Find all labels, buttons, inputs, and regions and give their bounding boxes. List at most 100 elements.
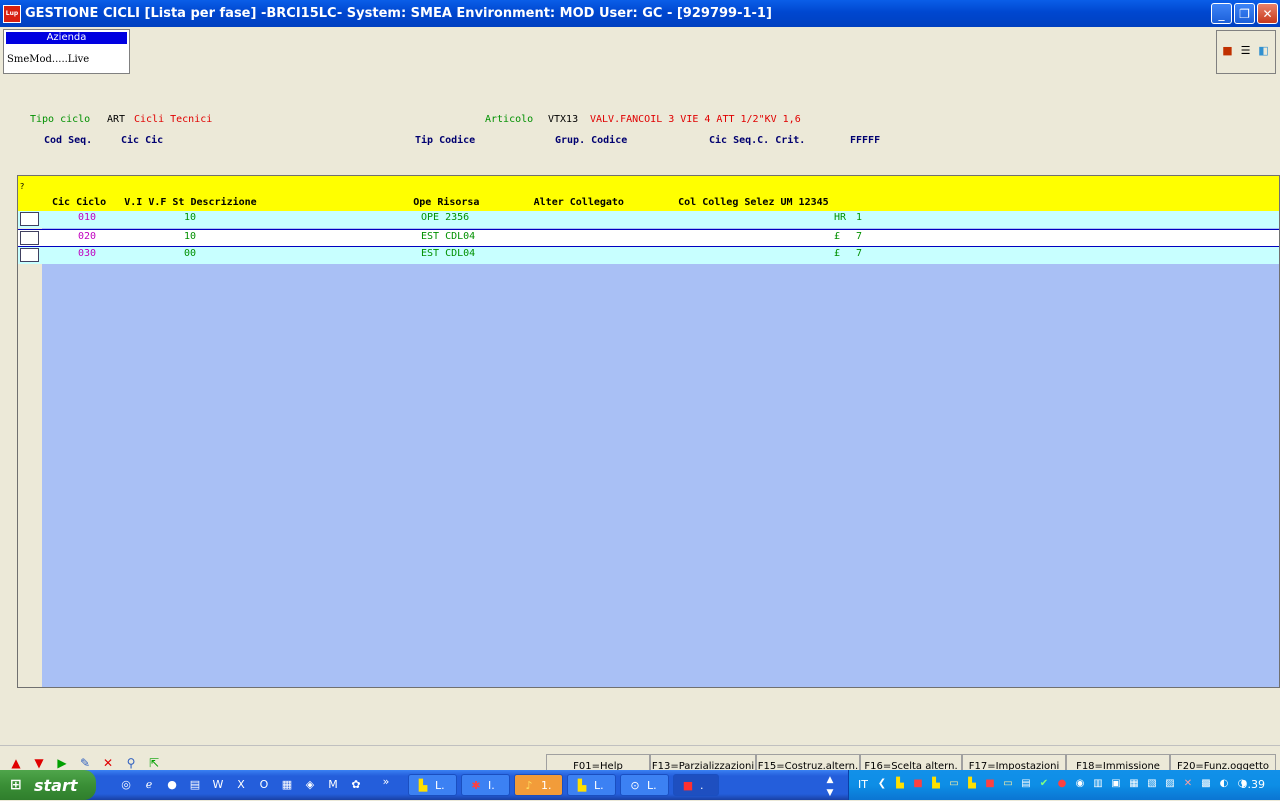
ie-icon[interactable]: ℯ: [141, 777, 157, 793]
value-cell: 1: [856, 212, 863, 223]
row-select-box[interactable]: [20, 248, 39, 262]
language-indicator[interactable]: IT: [858, 778, 868, 791]
tray-app-icon[interactable]: ▙: [929, 777, 943, 791]
edit-icon[interactable]: ✎: [78, 756, 92, 770]
outlook-mail-icon[interactable]: O: [256, 777, 272, 793]
task-button[interactable]: ✱ I.: [461, 774, 510, 796]
chevron-left-icon[interactable]: ❮: [875, 777, 889, 791]
articolo-label: Articolo: [485, 114, 534, 125]
title-bar[interactable]: Lup GESTIONE CICLI [Lista per fase] -BRC…: [0, 0, 1280, 27]
book-icon[interactable]: ◧: [1257, 45, 1270, 57]
tray-app-icon[interactable]: ▙: [965, 777, 979, 791]
tool-panel: ■ ☰ ◧: [1216, 30, 1276, 74]
tray-app-icon[interactable]: ▭: [947, 777, 961, 791]
ciclo-cell: 030: [78, 248, 97, 259]
clock[interactable]: 9.39: [1241, 778, 1266, 791]
lup-icon: ■: [682, 779, 694, 792]
scroll-down-icon[interactable]: ▼: [822, 785, 838, 801]
bottom-toolbar: ▲ ▼ ▶ ✎ ✕ ⚲ ⇱ F01=Help F13=Parzializzazi…: [0, 745, 1280, 772]
network-icon: ✱: [471, 779, 481, 792]
row-select-box[interactable]: [20, 231, 39, 245]
task-button[interactable]: ♪ 1.: [514, 774, 563, 796]
tray-app-icon[interactable]: ▦: [1127, 777, 1141, 791]
tray-app-icon[interactable]: ◉: [1073, 777, 1087, 791]
cod-seq-label: Cod Seq.: [44, 135, 93, 146]
tray-app-icon[interactable]: ▩: [1199, 777, 1213, 791]
exit-icon[interactable]: ⇱: [147, 756, 161, 770]
tray-app-icon[interactable]: ✔: [1037, 777, 1051, 791]
cycle-grid[interactable]: ? Cic Ciclo V.I V.F St Descrizione Ope R…: [17, 175, 1280, 688]
tray-app-icon[interactable]: ▥: [1091, 777, 1105, 791]
ope-risorsa-cell: EST CDL04: [421, 248, 476, 259]
windows-logo-icon: ⊞: [10, 777, 22, 793]
window-title: GESTIONE CICLI [Lista per fase] -BRCI15L…: [25, 6, 772, 21]
system-tray: IT ❮ ▙ ■ ▙ ▭ ▙ ■ ▭ ▤ ✔ ● ◉ ▥ ▣ ▦ ▧ ▨ ✕ ▩…: [848, 770, 1280, 800]
tray-app-icon[interactable]: ▭: [1001, 777, 1015, 791]
close-button[interactable]: ✕: [1257, 3, 1278, 24]
firefox-icon[interactable]: ●: [164, 777, 180, 793]
bell-icon: ♪: [525, 779, 533, 792]
paint-icon[interactable]: ✿: [348, 777, 364, 793]
grid-corner[interactable]: ?: [20, 182, 24, 191]
task-button[interactable]: ▙ L.: [408, 774, 457, 796]
um-cell: £: [834, 248, 841, 259]
start-label: start: [34, 776, 78, 795]
app-icon[interactable]: Lup: [3, 5, 21, 23]
outlook-icon[interactable]: ◎: [118, 777, 134, 793]
cic-seq-crit-label: Cic Seq.C. Crit.: [709, 135, 806, 146]
list-icon[interactable]: ☰: [1239, 45, 1252, 57]
tipo-ciclo-code: ART: [107, 114, 126, 125]
word-icon[interactable]: W: [210, 777, 226, 793]
tray-app-icon[interactable]: ▤: [1019, 777, 1033, 791]
task-button-active[interactable]: ■ .: [673, 774, 719, 796]
vf-cell: 10: [184, 231, 197, 242]
ciclo-cell: 010: [78, 212, 97, 223]
table-row[interactable]: 010 10 OPE 2356 HR 1: [18, 211, 1279, 228]
grid-column-headers: Cic Ciclo V.I V.F St Descrizione Ope Ris…: [52, 197, 829, 208]
ope-risorsa-cell: OPE 2356: [421, 212, 470, 223]
grid-header: ? Cic Ciclo V.I V.F St Descrizione Ope R…: [18, 176, 1279, 212]
speaker-icon[interactable]: ◐: [1217, 777, 1231, 791]
search-icon[interactable]: ⚲: [124, 756, 138, 770]
network-tray-icon[interactable]: ▧: [1145, 777, 1159, 791]
value-cell: 7: [856, 231, 863, 242]
articolo-code: VTX13: [548, 114, 579, 125]
um-cell: £: [834, 231, 841, 242]
notepad-icon[interactable]: ▦: [279, 777, 295, 793]
arrow-up-icon[interactable]: ▲: [9, 756, 23, 770]
grup-codice-label: Grup. Codice: [555, 135, 628, 146]
cic-cic-label: Cic Cic: [121, 135, 164, 146]
task-button[interactable]: ▙ L.: [567, 774, 616, 796]
tray-app-icon[interactable]: ■: [911, 777, 925, 791]
azienda-header: Azienda: [6, 32, 127, 44]
restore-button[interactable]: ❐: [1234, 3, 1255, 24]
row-select-box[interactable]: [20, 212, 39, 226]
table-row[interactable]: 020 10 EST CDL04 £ 7: [18, 229, 1279, 247]
tray-app-icon[interactable]: ▣: [1109, 777, 1123, 791]
app-icon[interactable]: ◈: [302, 777, 318, 793]
start-button[interactable]: ⊞ start: [0, 770, 96, 800]
overflow-chevron-icon[interactable]: »: [378, 774, 394, 790]
monitor-icon[interactable]: ■: [1221, 45, 1234, 57]
tray-app-icon[interactable]: ▨: [1163, 777, 1177, 791]
play-icon[interactable]: ▶: [55, 756, 69, 770]
tray-app-icon[interactable]: ●: [1055, 777, 1069, 791]
minimize-button[interactable]: _: [1211, 3, 1232, 24]
excel-icon[interactable]: X: [233, 777, 249, 793]
tray-app-icon[interactable]: ▙: [893, 777, 907, 791]
tray-app-icon[interactable]: ■: [983, 777, 997, 791]
azienda-panel[interactable]: Azienda SmeMod.....Live: [3, 29, 130, 74]
ciclo-cell: 020: [78, 231, 97, 242]
table-row[interactable]: 030 00 EST CDL04 £ 7: [18, 247, 1279, 264]
tray-app-icon[interactable]: ✕: [1181, 777, 1195, 791]
m-app-icon[interactable]: M: [325, 777, 341, 793]
fffff-label: FFFFF: [850, 135, 881, 146]
delete-icon[interactable]: ✕: [101, 756, 115, 770]
value-cell: 7: [856, 248, 863, 259]
tipo-ciclo-desc: Cicli Tecnici: [134, 114, 213, 125]
ope-risorsa-cell: EST CDL04: [421, 231, 476, 242]
arrow-down-icon[interactable]: ▼: [32, 756, 46, 770]
articolo-desc: VALV.FANCOIL 3 VIE 4 ATT 1/2"KV 1,6: [590, 114, 801, 125]
folder-icon[interactable]: ▤: [187, 777, 203, 793]
task-button[interactable]: ⊙ L.: [620, 774, 669, 796]
